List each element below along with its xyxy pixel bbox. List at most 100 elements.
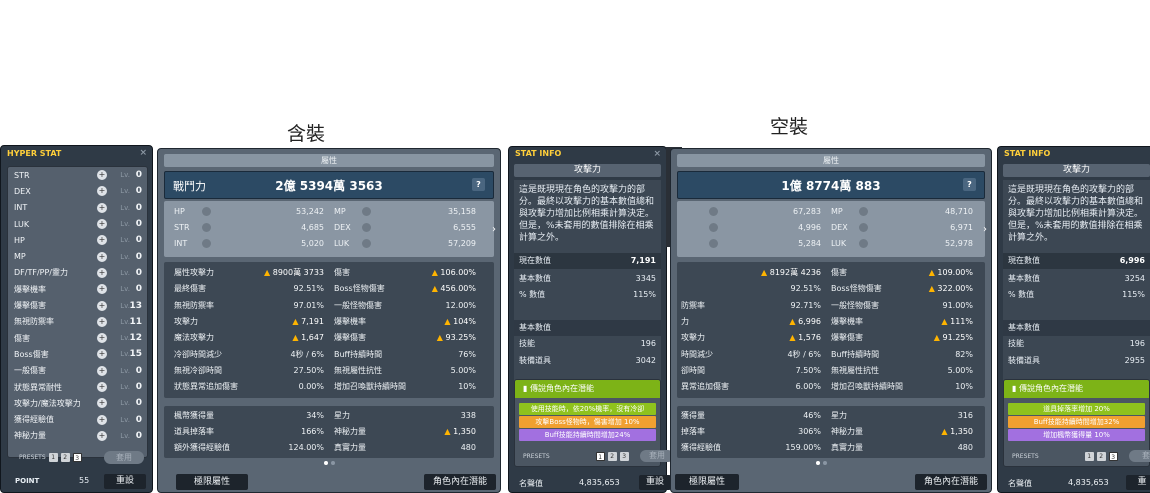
plus-icon[interactable]: + xyxy=(97,365,107,376)
stat-value-text: 6,555 xyxy=(453,223,476,232)
info-icon[interactable] xyxy=(859,223,868,232)
plus-icon[interactable]: + xyxy=(97,398,107,409)
plus-icon[interactable]: + xyxy=(97,382,107,392)
stat-value: 35,158 xyxy=(448,204,476,220)
stat-value: 5.00% xyxy=(451,363,476,379)
stat-row: 最終傷害 92.51% xyxy=(174,281,324,297)
stat-row: 增加召喚獸持續時間 10% xyxy=(334,379,476,395)
base-value: 3254 xyxy=(1124,274,1145,283)
close-icon[interactable]: × xyxy=(139,146,147,161)
close-icon[interactable]: × xyxy=(653,147,661,161)
preset-1-button[interactable]: 1 xyxy=(48,453,58,462)
fame-reset-button[interactable]: 重設 xyxy=(639,475,671,490)
stat-row: 神秘力量 ▲ 1,350 xyxy=(334,424,476,440)
plus-icon[interactable]: + xyxy=(97,170,107,181)
plus-icon[interactable]: + xyxy=(97,267,107,278)
ability-button[interactable]: 角色內在潛能 xyxy=(424,474,496,490)
chevron-right-icon[interactable]: › xyxy=(981,224,989,235)
ability-preset-1[interactable]: 1 xyxy=(1084,452,1094,461)
plus-icon[interactable]: + xyxy=(97,284,107,295)
stat-row: 獲得經驗值 159.00% xyxy=(681,440,821,456)
ability-button[interactable]: 角色內在潛能 xyxy=(915,474,987,490)
stat-info-title: STAT INFO × xyxy=(509,147,666,161)
skill-row: 技能 196 xyxy=(1003,336,1150,352)
info-icon[interactable] xyxy=(859,207,868,216)
hyper-stat-button[interactable]: 極限屬性 xyxy=(675,474,739,490)
stat-row: 5,284 xyxy=(681,236,821,252)
reset-button[interactable]: 重設 xyxy=(104,474,146,489)
help-icon[interactable]: ? xyxy=(963,178,976,191)
page-dot-2[interactable] xyxy=(823,461,827,465)
chevron-right-icon[interactable]: › xyxy=(490,224,498,235)
plus-icon[interactable]: + xyxy=(97,300,107,311)
stat-value: ▲ 1,576 xyxy=(789,333,821,343)
plus-icon[interactable]: + xyxy=(97,235,107,246)
plus-icon[interactable]: + xyxy=(97,251,107,262)
info-icon[interactable] xyxy=(362,223,371,232)
combat-power-value: 1億 8774萬 883 xyxy=(781,179,881,193)
page-dot-1[interactable] xyxy=(816,461,820,465)
stat-row: 冷卻時間減少 4秒 / 6% xyxy=(174,347,324,363)
hyper-stat-button[interactable]: 極限屬性 xyxy=(176,474,248,490)
stat-value: 52,978 xyxy=(945,236,973,252)
stat-label: 增加召喚獸持續時間 xyxy=(334,382,406,392)
attack-header: 攻擊力 xyxy=(514,164,661,177)
stat-value: 76% xyxy=(458,347,476,363)
attack-description-text: 這是既現現在角色的攻擊力的部分。最終以攻擊力的基本數值總和與攻擊力增加比例相乘計… xyxy=(1008,185,1144,243)
hyper-stat-row: STR + Lv. 0 xyxy=(8,167,147,183)
plus-icon[interactable]: + xyxy=(97,316,107,327)
info-icon[interactable] xyxy=(709,239,718,248)
fame-reset-button[interactable]: 重 xyxy=(1126,475,1150,490)
ability-preset-3[interactable]: 3 xyxy=(1108,452,1118,461)
ability-preset-2[interactable]: 2 xyxy=(1096,452,1106,461)
info-icon[interactable] xyxy=(362,239,371,248)
stat-value: 92.71% xyxy=(790,298,821,314)
info-icon[interactable] xyxy=(859,239,868,248)
stat-row: 攻擊力 ▲ 7,191 xyxy=(174,314,324,330)
info-icon[interactable] xyxy=(362,207,371,216)
stat-row: 額外獲得經驗值 124.00% xyxy=(174,440,324,456)
extra-stats-section: 楓幣獲得量 34% 星力 338 道具掉落率 166% 神秘力量 ▲ 1,350 額外獲得經驗值… xyxy=(164,406,494,458)
ability-apply-button[interactable]: 套用 xyxy=(640,450,674,462)
stat-label: 真實力量 xyxy=(334,443,366,452)
plus-icon[interactable]: + xyxy=(97,202,107,213)
skill-value: 196 xyxy=(640,339,656,348)
info-icon[interactable] xyxy=(202,207,211,216)
info-icon[interactable] xyxy=(709,223,718,232)
page-dot-2[interactable] xyxy=(331,461,335,465)
ability-preset-3[interactable]: 3 xyxy=(619,452,629,461)
plus-icon[interactable]: + xyxy=(97,186,107,197)
stat-value-text: 104% xyxy=(453,316,476,326)
info-icon[interactable] xyxy=(709,207,718,216)
stat-row: 道具掉落率 166% xyxy=(174,424,324,440)
info-icon[interactable] xyxy=(202,223,211,232)
stat-value: ▲ 1,647 xyxy=(292,333,324,343)
page-dot-1[interactable] xyxy=(324,461,328,465)
preset-3-button[interactable]: 3 xyxy=(72,453,82,462)
stat-value-text: 106.00% xyxy=(440,268,476,277)
info-icon[interactable] xyxy=(202,239,211,248)
ability-apply-button[interactable]: 套 xyxy=(1129,450,1150,462)
plus-icon[interactable]: + xyxy=(97,349,107,360)
ability-preset-1[interactable]: 1 xyxy=(595,452,605,461)
apply-button[interactable]: 套用 xyxy=(104,451,144,464)
plus-icon[interactable]: + xyxy=(97,219,107,230)
stat-value-text: 91.00% xyxy=(942,300,973,310)
plus-icon[interactable]: + xyxy=(97,414,107,425)
base-stats-section: HP 53,242 MP 35,158 STR 4,685 DEX 6,555 INT 5,020… xyxy=(164,201,494,257)
hyper-stat-row: 傷害 + Lv. 12 xyxy=(8,330,147,346)
ability-preset-2[interactable]: 2 xyxy=(607,452,617,461)
stat-value: ▲ 8900萬 3733 xyxy=(264,268,324,277)
base-value-row: 基本數值 3345 xyxy=(514,271,661,287)
stat-row: 爆擊機率 ▲ 104% xyxy=(334,314,476,330)
plus-icon[interactable]: + xyxy=(97,430,107,441)
legendary-ability-title: 傳說角色內在潛能 xyxy=(529,384,594,393)
point-value: 55 xyxy=(79,476,90,485)
plus-icon[interactable]: + xyxy=(97,333,107,344)
ability-line-2: 攻擊Boss怪物時，傷害增加 10% xyxy=(519,416,656,428)
stat-row: 一般怪物傷害 91.00% xyxy=(831,298,973,314)
level-value: 0 xyxy=(135,284,142,295)
stat-value: ▲ 104% xyxy=(444,316,476,326)
preset-2-button[interactable]: 2 xyxy=(60,453,70,462)
help-icon[interactable]: ? xyxy=(472,178,485,191)
